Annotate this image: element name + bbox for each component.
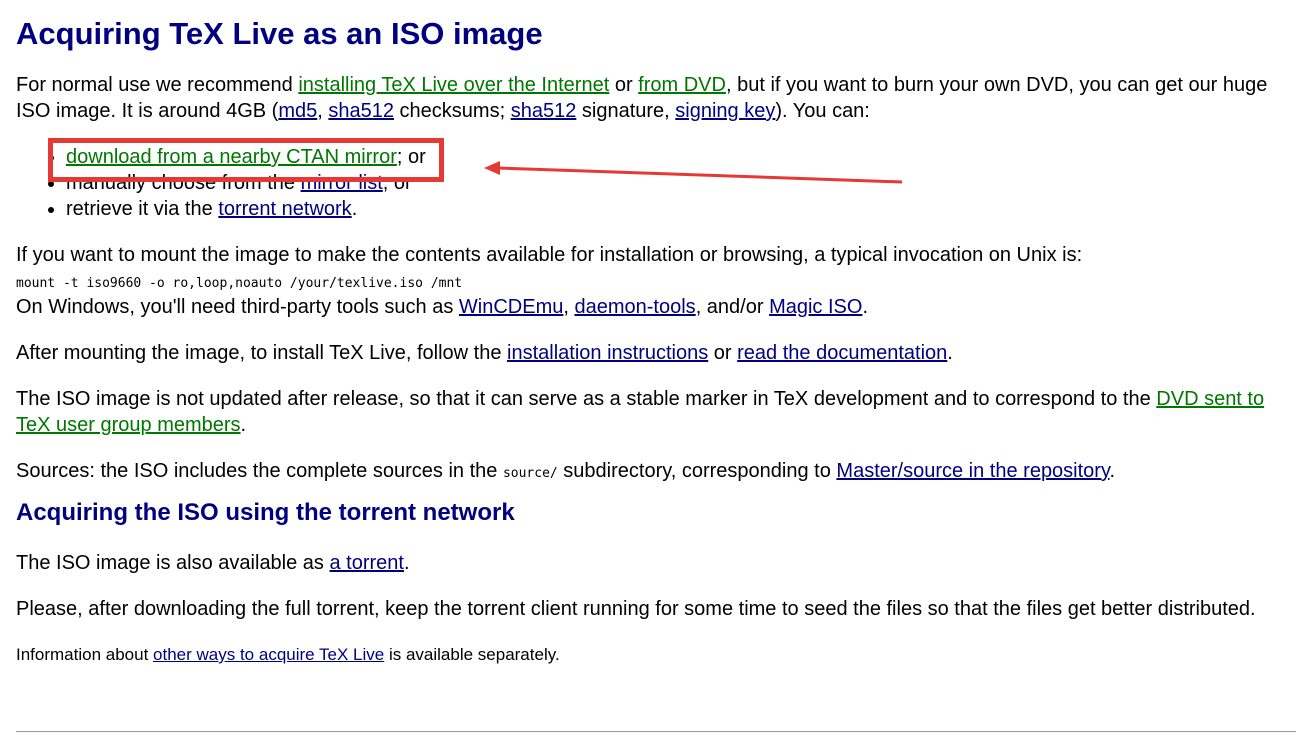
annotation-arrow-icon [484, 161, 903, 184]
